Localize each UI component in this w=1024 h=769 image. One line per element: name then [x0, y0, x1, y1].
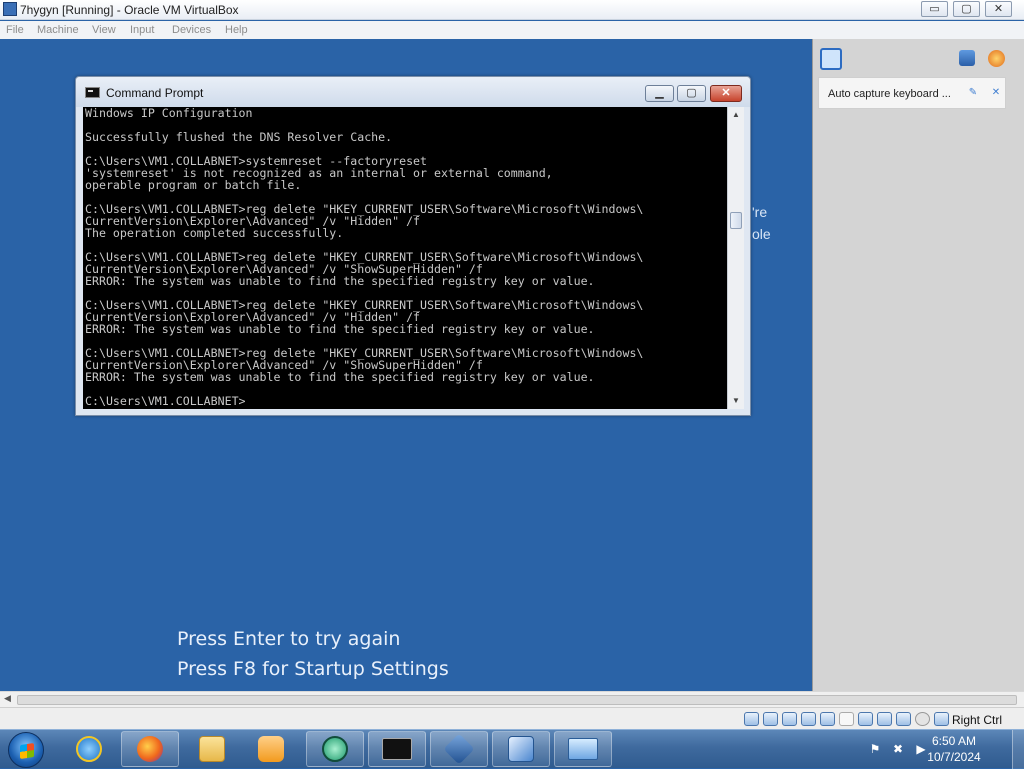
mouse-integration-icon[interactable] [915, 712, 930, 726]
notification-text: Auto capture keyboard ... [828, 88, 951, 100]
cmd-minimize-button[interactable]: ▁ [645, 85, 674, 102]
taskbar-media-player[interactable] [244, 731, 298, 767]
network-disconnected-icon[interactable]: ✖ [891, 742, 905, 756]
console-line: C:\Users\VM1.COLLABNET> [85, 394, 246, 408]
virtualbox-icon [3, 2, 17, 16]
settings-toggle-icon[interactable] [959, 50, 975, 66]
console-line: ERROR: The system was unable to find the… [85, 370, 595, 384]
taskbar-command-prompt[interactable] [368, 731, 426, 767]
vm-side-panel: Auto capture keyboard ... ✎ ✕ [812, 39, 1024, 691]
taskbar-app-circle[interactable] [306, 731, 364, 767]
vbox-status-bar: Right Ctrl [0, 707, 1024, 729]
windows-7-tool-icon [508, 736, 534, 762]
show-desktop-button[interactable] [1012, 730, 1024, 769]
clock-date: 10/7/2024 [927, 750, 981, 764]
hscroll-thumb[interactable] [17, 695, 1017, 705]
cmd-window-title: Command Prompt [106, 86, 204, 100]
virtualization-icon[interactable] [896, 712, 911, 726]
taskbar-firefox[interactable] [121, 731, 179, 767]
menu-input[interactable]: Input [130, 24, 154, 36]
optical-drive-icon[interactable] [763, 712, 778, 726]
notification-close-icon[interactable]: ✕ [990, 87, 1002, 99]
guest-screen[interactable]: 're ole Command Prompt ▁ ▢ ✕ Windows IP … [0, 39, 812, 691]
scroll-up-arrow-icon[interactable]: ▲ [728, 107, 744, 123]
console-line: Windows IP Configuration [85, 107, 253, 120]
menu-file[interactable]: File [6, 24, 24, 36]
cmd-maximize-button[interactable]: ▢ [677, 85, 706, 102]
virtualbox-app-icon [443, 733, 475, 765]
media-player-icon [258, 736, 284, 762]
scroll-left-arrow-icon[interactable]: ◀ [4, 693, 11, 704]
taskbar-virtualbox[interactable] [430, 731, 488, 767]
system-clock[interactable]: 6:50 AM 10/7/2024 [918, 733, 990, 765]
console-icon [85, 87, 100, 98]
clock-time: 6:50 AM [931, 734, 977, 748]
action-center-flag-icon[interactable]: ⚑ [868, 742, 882, 756]
taskbar-internet-explorer[interactable] [62, 731, 116, 767]
display-icon[interactable] [858, 712, 873, 726]
scroll-down-arrow-icon[interactable]: ▼ [728, 393, 744, 409]
guest-horizontal-scrollbar[interactable]: ◀ [0, 691, 1024, 707]
help-bubble-icon[interactable] [820, 48, 842, 70]
press-enter-text: Press Enter to try again [177, 628, 401, 650]
keyboard-mute-icon[interactable]: ✎ [967, 87, 979, 99]
taskbar-windows7-tool[interactable] [492, 731, 550, 767]
control-panel-icon [568, 738, 598, 760]
internet-explorer-icon [76, 736, 102, 762]
host-close-button[interactable]: ✕ [985, 1, 1012, 17]
firefox-icon [137, 736, 163, 762]
taskbar-control-panel[interactable] [554, 731, 612, 767]
host-maximize-button[interactable]: ▢ [953, 1, 980, 17]
host-title-bar: 7hygyn [Running] - Oracle VM VirtualBox … [0, 0, 1024, 20]
notification-auto-capture[interactable]: Auto capture keyboard ... ✎ ✕ [818, 77, 1006, 109]
host-minimize-button[interactable]: ▭ [921, 1, 948, 17]
usb-icon[interactable] [820, 712, 835, 726]
notification-clear-icon[interactable] [988, 50, 1005, 67]
console-line: Successfully flushed the DNS Resolver Ca… [85, 130, 393, 144]
menu-help[interactable]: Help [225, 24, 248, 36]
console-scrollbar[interactable]: ▲ ▼ [727, 107, 744, 409]
network-icon[interactable] [801, 712, 816, 726]
shared-folders-icon[interactable] [839, 712, 854, 726]
windows-taskbar: ⚑ ✖ ▶ 6:50 AM 10/7/2024 [0, 729, 1024, 769]
app-circle-icon [322, 736, 348, 762]
console-area[interactable]: Windows IP Configuration Successfully flu… [83, 107, 744, 409]
console-line: operable program or batch file. [85, 178, 302, 192]
menu-devices[interactable]: Devices [172, 24, 211, 36]
keyboard-capture-icon[interactable] [934, 712, 949, 726]
command-prompt-window[interactable]: Command Prompt ▁ ▢ ✕ Windows IP Configur… [75, 76, 751, 416]
press-f8-text: Press F8 for Startup Settings [177, 658, 449, 680]
console-line: ERROR: The system was unable to find the… [85, 322, 595, 336]
host-key-label: Right Ctrl [952, 713, 1003, 727]
command-prompt-icon [382, 738, 412, 760]
audio-icon[interactable] [782, 712, 797, 726]
scroll-thumb[interactable] [730, 212, 742, 229]
background-text-fragment: ole [752, 226, 771, 242]
recording-icon[interactable] [877, 712, 892, 726]
background-text-fragment: 're [752, 204, 768, 220]
cmd-close-button[interactable]: ✕ [710, 85, 742, 102]
harddisk-icon[interactable] [744, 712, 759, 726]
taskbar-file-explorer[interactable] [185, 731, 239, 767]
menu-machine[interactable]: Machine [37, 24, 79, 36]
console-line: ERROR: The system was unable to find the… [85, 274, 595, 288]
host-menubar: File Machine View Input Devices Help [0, 21, 1024, 39]
console-line: The operation completed successfully. [85, 226, 344, 240]
host-window-title: 7hygyn [Running] - Oracle VM VirtualBox [20, 3, 239, 17]
folder-icon [199, 736, 225, 762]
console-output: Windows IP Configuration Successfully flu… [85, 107, 725, 409]
menu-view[interactable]: View [92, 24, 116, 36]
start-button[interactable] [8, 732, 44, 768]
cmd-title-bar[interactable]: Command Prompt ▁ ▢ ✕ [76, 77, 750, 107]
